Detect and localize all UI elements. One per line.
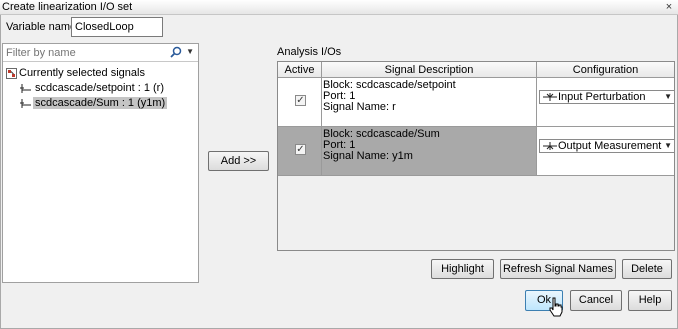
filter-dropdown-icon[interactable]: ▼ bbox=[186, 45, 194, 59]
refresh-signal-names-button[interactable]: Refresh Signal Names bbox=[500, 259, 616, 279]
configuration-select[interactable]: Input Perturbation ▼ bbox=[539, 90, 675, 104]
table-row[interactable]: ✓ Block: scdcascade/Sum Port: 1 Signal N… bbox=[278, 127, 675, 176]
configuration-value: Input Perturbation bbox=[558, 91, 646, 103]
signal-icon bbox=[20, 99, 31, 108]
chevron-down-icon: ▼ bbox=[664, 141, 672, 150]
table-header: Active Signal Description Configuration bbox=[278, 62, 674, 78]
filter-bar: ▼ bbox=[3, 44, 198, 62]
configuration-select[interactable]: Output Measurement ▼ bbox=[539, 139, 675, 153]
hand-cursor-icon bbox=[549, 297, 563, 317]
tree-item-label: scdcascade/Sum : 1 (y1m) bbox=[33, 97, 168, 109]
active-checkbox[interactable]: ✓ bbox=[295, 144, 306, 155]
title-bar: Create linearization I/O set × bbox=[0, 0, 678, 15]
active-checkbox[interactable]: ✓ bbox=[295, 95, 306, 106]
signal-panel: ▼ Currently selected signals scdcascade/… bbox=[2, 43, 199, 283]
active-cell: ✓ bbox=[278, 127, 322, 175]
analysis-ios-label: Analysis I/Os bbox=[277, 46, 342, 58]
highlight-button[interactable]: Highlight bbox=[431, 259, 494, 279]
column-header-active[interactable]: Active bbox=[278, 62, 322, 78]
configuration-value: Output Measurement bbox=[558, 140, 662, 152]
signal-tree: Currently selected signals scdcascade/se… bbox=[3, 66, 198, 111]
variable-name-label: Variable name: bbox=[6, 21, 80, 33]
signal-description-cell: Block: scdcascade/Sum Port: 1 Signal Nam… bbox=[322, 127, 537, 175]
signal-set-icon bbox=[6, 68, 17, 79]
tree-item-setpoint[interactable]: scdcascade/setpoint : 1 (r) bbox=[3, 81, 198, 96]
tree-item-label: scdcascade/setpoint : 1 (r) bbox=[35, 82, 165, 94]
window-title: Create linearization I/O set bbox=[2, 1, 133, 13]
signal-description-cell: Block: scdcascade/setpoint Port: 1 Signa… bbox=[322, 78, 537, 126]
cancel-button[interactable]: Cancel bbox=[570, 290, 622, 311]
variable-name-input[interactable] bbox=[71, 17, 163, 37]
signal-name-text: Signal Name: r bbox=[323, 101, 396, 113]
help-button[interactable]: Help bbox=[628, 290, 672, 311]
active-cell: ✓ bbox=[278, 78, 322, 126]
tree-item-sum[interactable]: scdcascade/Sum : 1 (y1m) bbox=[3, 96, 198, 111]
configuration-cell: Input Perturbation ▼ bbox=[537, 78, 675, 126]
column-header-configuration[interactable]: Configuration bbox=[537, 62, 674, 78]
signal-icon bbox=[20, 84, 31, 93]
tree-root-label: Currently selected signals bbox=[19, 67, 145, 79]
chevron-down-icon: ▼ bbox=[664, 92, 672, 101]
filter-input[interactable] bbox=[6, 45, 171, 60]
signal-name-text: Signal Name: y1m bbox=[323, 150, 413, 162]
tree-root[interactable]: Currently selected signals bbox=[3, 66, 198, 81]
close-icon[interactable]: × bbox=[663, 0, 675, 14]
table-row[interactable]: ✓ Block: scdcascade/setpoint Port: 1 Sig… bbox=[278, 78, 675, 127]
output-measurement-icon bbox=[543, 142, 557, 150]
configuration-cell: Output Measurement ▼ bbox=[537, 127, 675, 175]
delete-button[interactable]: Delete bbox=[622, 259, 672, 279]
add-button[interactable]: Add >> bbox=[208, 151, 269, 171]
search-icon[interactable] bbox=[170, 46, 182, 58]
column-header-signal-description[interactable]: Signal Description bbox=[322, 62, 537, 78]
input-perturbation-icon bbox=[543, 93, 557, 101]
analysis-table: Active Signal Description Configuration … bbox=[277, 61, 675, 251]
